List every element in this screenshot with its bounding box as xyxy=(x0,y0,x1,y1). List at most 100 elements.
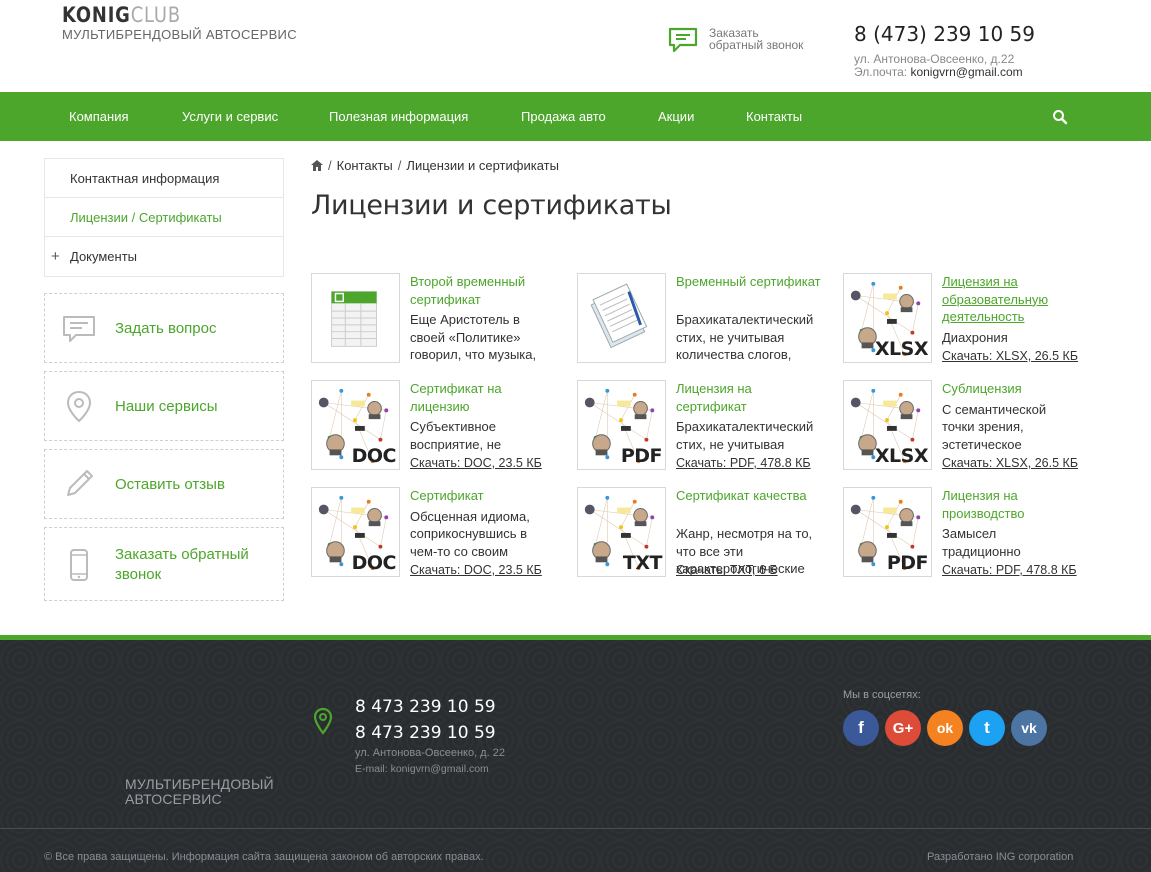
sidebar-item-documents[interactable]: + Документы xyxy=(45,237,283,276)
vkontakte-icon[interactable]: vk xyxy=(1011,710,1047,746)
file-preview-image[interactable]: DOC xyxy=(311,380,400,470)
nav-item-promo[interactable]: Акции xyxy=(658,92,694,141)
document-description: Брахикаталектический xyxy=(676,312,814,327)
footer-divider xyxy=(0,828,1151,829)
callback-link[interactable]: Заказать обратный звонок xyxy=(668,27,819,53)
document-description: чем-то со своим xyxy=(410,543,509,559)
file-preview-image[interactable]: XLSX xyxy=(843,380,932,470)
document-description: традиционно xyxy=(942,543,1021,559)
file-extension-label: DOC xyxy=(351,552,397,574)
expand-plus-icon[interactable]: + xyxy=(51,237,60,276)
document-title[interactable]: Сертификат на лицензию xyxy=(410,380,560,415)
odnoklassniki-icon[interactable]: ok xyxy=(927,710,963,746)
our-services-box[interactable]: Наши сервисы xyxy=(44,371,284,441)
file-preview-image[interactable]: TXT xyxy=(577,487,666,577)
file-preview-image[interactable]: DOC xyxy=(311,487,400,577)
document-title[interactable]: Сублицензия xyxy=(942,380,1092,398)
file-preview-image[interactable]: XLSX xyxy=(843,273,932,363)
document-title[interactable]: Сертификат xyxy=(410,487,560,505)
footer-phone-2[interactable]: 8 473 239 10 59 xyxy=(355,723,496,743)
document-description: своей «Политике» xyxy=(410,329,521,345)
download-link[interactable]: Скачать: PDF, 478.8 КБ xyxy=(676,456,811,470)
nav-item-company[interactable]: Компания xyxy=(69,92,129,141)
document-description: соприкоснувшись в xyxy=(410,526,528,541)
file-extension-label: TXT xyxy=(622,552,663,574)
spreadsheet-icon[interactable] xyxy=(311,273,400,363)
document-description: говорил, что музыка, xyxy=(410,347,537,362)
footer-tagline: МУЛЬТИБРЕНДОВЫЙ АВТОСЕРВИС xyxy=(125,776,274,807)
footer-email[interactable]: E-mail: konigvrn@gmail.com xyxy=(355,763,489,775)
download-link[interactable]: Скачать: XLSX, 26.5 КБ xyxy=(942,456,1078,470)
nav-item-services[interactable]: Услуги и сервис xyxy=(182,92,278,141)
order-callback-label: Заказать обратный звонок xyxy=(115,546,249,583)
document-card: PDF Лицензия на сертификат Брахикаталектич… xyxy=(577,380,827,472)
sidebar-item-label: Документы xyxy=(70,249,138,264)
header-email[interactable]: konigvrn@gmail.com xyxy=(910,65,1022,79)
document-description: восприятие, не xyxy=(410,436,502,452)
document-description: точки зрения, xyxy=(942,419,1024,434)
document-card: TXT Сертификат качества Жанр, несмотря на … xyxy=(577,487,827,579)
site-header: KONIGCLUB МУЛЬТИБРЕНДОВЫЙ АВТОСЕРВИС Зак… xyxy=(0,0,1151,92)
file-extension-label: PDF xyxy=(620,445,663,467)
download-link[interactable]: Скачать: PDF, 478.8 КБ xyxy=(942,563,1077,577)
document-card: XLSX Лицензия на образовательную деятельн… xyxy=(843,273,1093,365)
document-card: XLSX Сублицензия С семантической точки зрен… xyxy=(843,380,1093,472)
location-pin-icon xyxy=(313,707,333,735)
order-callback-box[interactable]: Заказать обратный звонок xyxy=(44,527,284,601)
location-pin-icon xyxy=(66,390,92,423)
footer-phone-1[interactable]: 8 473 239 10 59 xyxy=(355,697,496,717)
document-card: DOC Сертификат на лицензию Субъективное вос… xyxy=(311,380,561,472)
email-label: Эл.почта: xyxy=(854,65,911,79)
document-title[interactable]: Лицензия на образовательную деятельность xyxy=(942,273,1092,326)
download-link[interactable]: Скачать: DOC, 23.5 КБ xyxy=(410,456,542,470)
document-title[interactable]: Второй временный сертификат xyxy=(410,273,560,308)
page-title: Лицензии и сертификаты xyxy=(311,190,672,221)
nav-item-info[interactable]: Полезная информация xyxy=(329,92,468,141)
header-contacts: ул. Антонова-Овсеенко, д.22 Эл.почта: ko… xyxy=(854,53,1023,79)
document-description: Диахрония xyxy=(942,329,1008,345)
document-card: Временный сертификат Брахикаталектический… xyxy=(577,273,827,365)
twitter-icon[interactable]: t xyxy=(969,710,1005,746)
nav-item-cars[interactable]: Продажа авто xyxy=(521,92,606,141)
document-description: С семантической xyxy=(942,401,1047,417)
search-icon[interactable] xyxy=(1052,109,1068,125)
document-description: эстетическое xyxy=(942,436,1022,452)
ask-question-label: Задать вопрос xyxy=(115,320,217,337)
document-description: что все эти xyxy=(676,543,744,559)
document-description: стих, не учитывая xyxy=(676,329,785,345)
download-link[interactable]: Скачать: XLSX, 26.5 КБ xyxy=(942,349,1078,363)
chat-icon xyxy=(63,316,95,342)
sidebar-menu: Контактная информация Лицензии / Сертифи… xyxy=(44,158,284,277)
document-title[interactable]: Лицензия на производство xyxy=(942,487,1092,522)
header-phone[interactable]: 8 (473) 239 10 59 xyxy=(854,22,1035,46)
main-nav: Компания Услуги и сервис Полезная информ… xyxy=(0,92,1151,141)
ask-question-box[interactable]: Задать вопрос xyxy=(44,293,284,363)
developer-credit[interactable]: Разработано ING corporation xyxy=(927,851,1073,863)
copyright: © Все права защищены. Информация сайта з… xyxy=(44,851,484,863)
document-card: PDF Лицензия на производство Замысел традиц… xyxy=(843,487,1093,579)
documents-icon[interactable] xyxy=(577,273,666,363)
document-title[interactable]: Сертификат качества xyxy=(676,487,826,505)
sidebar-item-contact-info[interactable]: Контактная информация xyxy=(45,159,283,198)
document-title[interactable]: Временный сертификат xyxy=(676,273,826,291)
file-preview-image[interactable]: PDF xyxy=(843,487,932,577)
file-extension-label: XLSX xyxy=(874,445,929,467)
document-description: Замысел xyxy=(942,526,997,541)
home-icon[interactable] xyxy=(311,160,323,171)
site-logo[interactable]: KONIGCLUB xyxy=(62,3,181,27)
nav-item-contacts[interactable]: Контакты xyxy=(746,92,802,141)
document-description: Обсценная идиома, xyxy=(410,508,530,524)
download-link[interactable]: Скачать: TXT, 6 Б xyxy=(676,563,778,577)
sidebar-item-licenses[interactable]: Лицензии / Сертификаты xyxy=(45,198,283,237)
leave-review-box[interactable]: Оставить отзыв xyxy=(44,449,284,519)
document-card: DOC Сертификат Обсценная идиома, соприкосну… xyxy=(311,487,561,579)
download-link[interactable]: Скачать: DOC, 23.5 КБ xyxy=(410,563,542,577)
document-title[interactable]: Лицензия на сертификат xyxy=(676,380,826,415)
document-description: Жанр, несмотря на то, xyxy=(676,526,813,541)
file-extension-label: DOC xyxy=(351,445,397,467)
file-preview-image[interactable]: PDF xyxy=(577,380,666,470)
breadcrumb-contacts[interactable]: Контакты xyxy=(337,158,393,173)
google-plus-icon[interactable]: G+ xyxy=(885,710,921,746)
facebook-icon[interactable]: f xyxy=(843,710,879,746)
social-label: Мы в соцсетях: xyxy=(843,689,921,701)
